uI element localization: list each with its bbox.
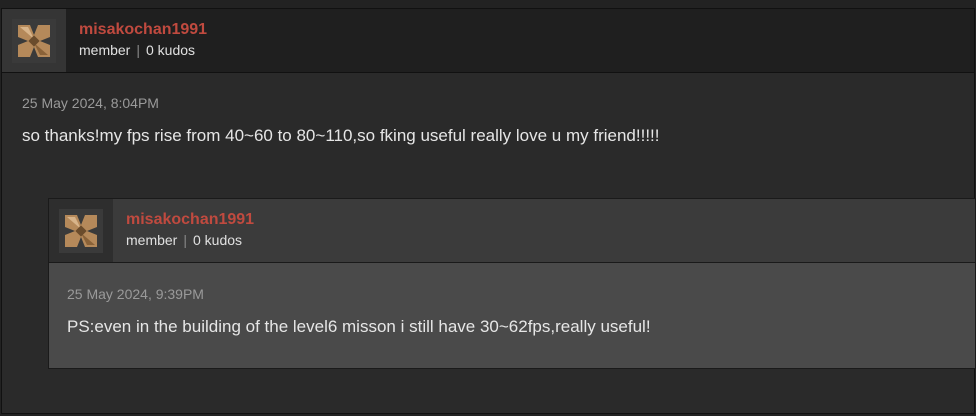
reply-message: PS:even in the building of the level6 mi… xyxy=(67,317,651,336)
reply-date: 25 May 2024, 9:39PM xyxy=(67,286,204,302)
avatar[interactable] xyxy=(2,9,66,72)
avatar-icon xyxy=(12,18,56,63)
comment-post: misakochan1991 member | 0 kudos 25 May 202… xyxy=(1,8,976,414)
user-role: member xyxy=(79,42,131,58)
post-date: 25 May 2024, 8:04PM xyxy=(22,95,159,111)
reply-post: misakochan1991 member | 0 kudos 25 May 202… xyxy=(48,198,976,369)
reply-header: misakochan1991 member | 0 kudos xyxy=(49,199,975,263)
user-info: misakochan1991 member | 0 kudos xyxy=(126,211,254,248)
user-role: member xyxy=(126,232,178,248)
post-header: misakochan1991 member | 0 kudos xyxy=(2,9,974,73)
user-kudos: 0 kudos xyxy=(146,42,196,58)
username-link[interactable]: misakochan1991 xyxy=(79,21,207,39)
avatar[interactable] xyxy=(49,199,113,262)
meta-separator: | xyxy=(136,42,140,58)
username-link[interactable]: misakochan1991 xyxy=(126,211,254,229)
meta-separator: | xyxy=(183,232,187,248)
post-message: so thanks!my fps rise from 40~60 to 80~1… xyxy=(22,126,660,145)
user-kudos: 0 kudos xyxy=(193,232,243,248)
user-meta: member | 0 kudos xyxy=(79,42,207,58)
user-meta: member | 0 kudos xyxy=(126,232,254,248)
avatar-icon xyxy=(59,208,103,253)
user-info: misakochan1991 member | 0 kudos xyxy=(79,21,207,58)
